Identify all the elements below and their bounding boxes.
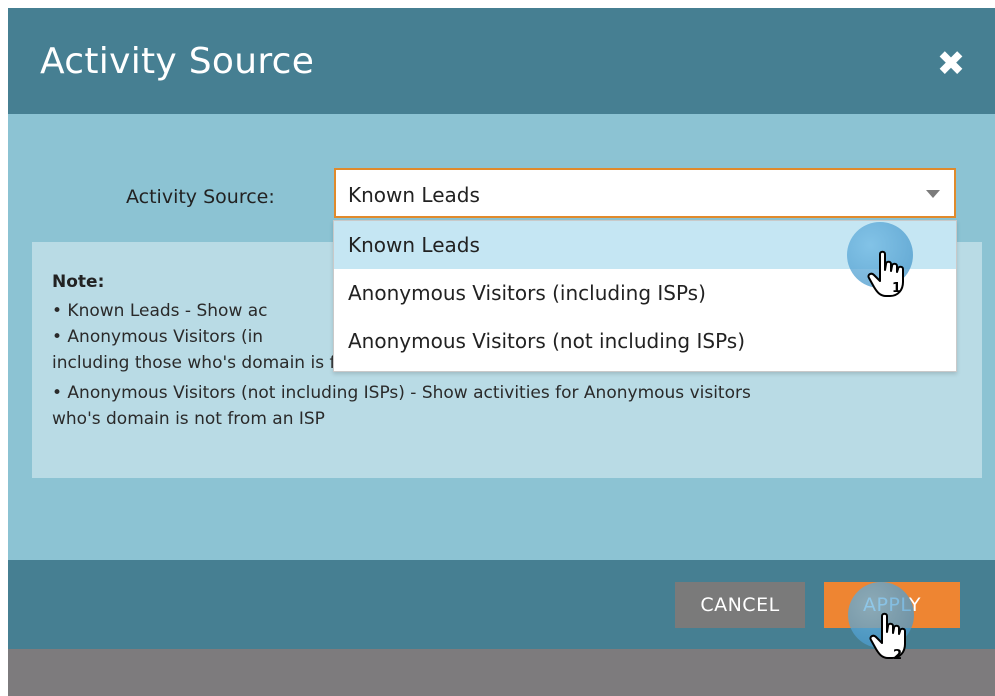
close-icon[interactable]: ✖ — [933, 46, 969, 82]
dialog-title: Activity Source — [40, 41, 315, 82]
dialog-body: Activity Source: Known Leads Note: • Kno… — [8, 114, 995, 560]
dialog-header: Activity Source ✖ — [8, 8, 995, 114]
activity-source-select[interactable]: Known Leads — [334, 168, 956, 218]
chevron-down-icon[interactable] — [926, 190, 940, 198]
hand-cursor-icon — [867, 250, 904, 297]
step-number-1: 1 — [892, 281, 902, 296]
note-line: • Anonymous Visitors (not including ISPs… — [52, 383, 751, 403]
note-line: who's domain is not from an ISP — [52, 409, 325, 429]
cancel-button[interactable]: CANCEL — [675, 582, 805, 628]
step-number-2: 2 — [893, 648, 903, 663]
activity-source-label: Activity Source: — [126, 186, 275, 208]
page-backdrop — [8, 649, 995, 696]
hand-cursor-icon — [869, 612, 906, 659]
dropdown-option-anonymous-not-including-isps[interactable]: Anonymous Visitors (not including ISPs) — [334, 317, 956, 365]
select-value: Known Leads — [348, 183, 480, 207]
activity-source-dialog: Activity Source ✖ Activity Source: Known… — [8, 8, 995, 649]
note-title: Note: — [52, 272, 105, 292]
dialog-footer: CANCEL APPLY — [8, 560, 995, 649]
